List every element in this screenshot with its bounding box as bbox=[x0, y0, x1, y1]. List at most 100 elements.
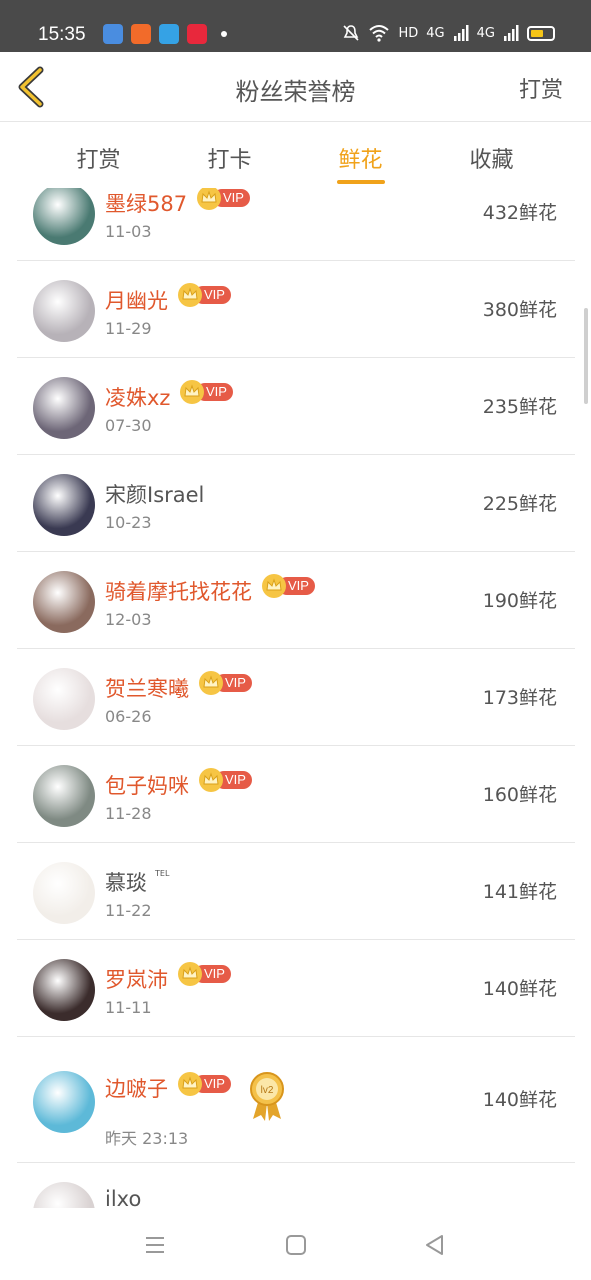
signal-icon bbox=[504, 25, 519, 41]
avatar[interactable] bbox=[33, 765, 95, 827]
tab-label: 打卡 bbox=[207, 148, 252, 173]
fan-date: 07-30 bbox=[105, 416, 152, 435]
crown-icon bbox=[178, 1072, 202, 1096]
vip-badge: VIP bbox=[178, 1072, 231, 1096]
flower-count: 225鲜花 bbox=[482, 493, 557, 515]
crown-icon bbox=[262, 574, 286, 598]
tab-label: 收藏 bbox=[469, 148, 514, 173]
system-navigation-bar bbox=[0, 1208, 591, 1280]
vip-badge: VIP bbox=[262, 574, 315, 598]
avatar[interactable] bbox=[33, 1071, 95, 1133]
fan-row[interactable]: 包子妈咪 VIP 11-28 160鲜花 bbox=[17, 746, 575, 843]
flower-count: 173鲜花 bbox=[482, 687, 557, 709]
fan-row[interactable]: 月幽光 VIP 11-29 380鲜花 bbox=[17, 261, 575, 358]
network-label-2: 4G bbox=[476, 25, 495, 41]
avatar[interactable] bbox=[33, 959, 95, 1021]
hd-label: HD bbox=[398, 25, 419, 41]
fan-date: 10-23 bbox=[105, 513, 152, 532]
status-bar: 15:35 HD 4G 4G bbox=[0, 0, 591, 52]
app-notification-icon bbox=[159, 24, 179, 44]
fan-row[interactable]: 罗岚沛 VIP 11-11 140鲜花 bbox=[17, 940, 575, 1037]
fan-name[interactable]: 罗岚沛 bbox=[105, 964, 168, 994]
status-time: 15:35 bbox=[38, 24, 86, 45]
flower-count: 141鲜花 bbox=[482, 881, 557, 903]
avatar[interactable] bbox=[33, 280, 95, 342]
fan-date: 昨天 23:13 bbox=[105, 1129, 189, 1148]
tab-checkin[interactable]: 打卡 bbox=[164, 122, 295, 188]
flower-count: 432鲜花 bbox=[482, 202, 557, 224]
app-notification-icon bbox=[103, 24, 123, 44]
status-indicators: HD 4G 4G bbox=[342, 24, 555, 42]
fan-row[interactable]: 凌姝xz VIP 07-30 235鲜花 bbox=[17, 358, 575, 455]
mute-bell-icon bbox=[343, 25, 360, 41]
battery-icon bbox=[527, 25, 555, 41]
back-triangle-icon[interactable] bbox=[422, 1232, 448, 1258]
app-notification-icon bbox=[131, 24, 151, 44]
crown-icon bbox=[180, 380, 204, 404]
fan-name[interactable]: 慕琰 bbox=[105, 867, 147, 897]
crown-icon bbox=[197, 188, 221, 210]
home-square-icon[interactable] bbox=[283, 1232, 309, 1258]
fan-date: 11-03 bbox=[105, 222, 152, 241]
tab-bar: 打赏 打卡 鲜花 收藏 bbox=[0, 122, 591, 188]
fan-row[interactable]: 慕琰 TEL 11-22 141鲜花 bbox=[17, 843, 575, 940]
crown-icon bbox=[178, 962, 202, 986]
tab-label: 打赏 bbox=[76, 148, 121, 173]
fan-date: 11-22 bbox=[105, 901, 152, 920]
fan-row[interactable]: 边啵子 VIP 昨天 23:13 140鲜花 lv2 bbox=[17, 1037, 575, 1163]
avatar[interactable] bbox=[33, 377, 95, 439]
medal-level-label: lv2 bbox=[261, 1085, 274, 1096]
tab-label: 鲜花 bbox=[338, 148, 383, 173]
menu-icon[interactable] bbox=[142, 1232, 168, 1258]
avatar[interactable] bbox=[33, 571, 95, 633]
active-tab-indicator bbox=[336, 180, 385, 184]
signal-icon bbox=[453, 25, 469, 41]
fan-date: 12-03 bbox=[105, 610, 152, 629]
fan-name[interactable]: 墨绿587 bbox=[105, 188, 187, 218]
page-title: 粉丝荣誉榜 bbox=[235, 78, 356, 106]
fan-row[interactable]: 贺兰寒曦 VIP 06-26 173鲜花 bbox=[17, 649, 575, 746]
medal-icon: lv2 bbox=[249, 1069, 285, 1121]
fan-row[interactable]: 宋颜Israel 10-23 225鲜花 bbox=[17, 455, 575, 552]
fan-name[interactable]: ilxo bbox=[105, 1187, 141, 1208]
wifi-icon bbox=[369, 25, 390, 42]
avatar[interactable] bbox=[33, 668, 95, 730]
avatar[interactable] bbox=[33, 1182, 95, 1208]
fan-ranking-list[interactable]: 墨绿587 VIP 11-03 432鲜花月幽光 VIP 11-29 380鲜花凌姝xz VI… bbox=[17, 188, 575, 1208]
reward-button[interactable]: 打赏 bbox=[519, 72, 563, 104]
fan-name[interactable]: 骑着摩托找花花 bbox=[105, 576, 252, 606]
fan-row[interactable]: 骑着摩托找花花 VIP 12-03 190鲜花 bbox=[17, 552, 575, 649]
avatar[interactable] bbox=[33, 188, 95, 245]
header: 粉丝荣誉榜 打赏 bbox=[0, 52, 591, 122]
fan-date: 06-26 bbox=[105, 707, 152, 726]
fan-name[interactable]: 凌姝xz bbox=[105, 382, 170, 412]
fan-row[interactable]: 墨绿587 VIP 11-03 432鲜花 bbox=[17, 188, 575, 261]
fan-name[interactable]: 边啵子 bbox=[105, 1073, 168, 1103]
notification-app-icons bbox=[103, 24, 227, 44]
vip-badge: VIP bbox=[178, 962, 231, 986]
vip-badge: VIP bbox=[199, 768, 252, 792]
fan-name[interactable]: 宋颜Israel bbox=[105, 479, 204, 509]
fan-name[interactable]: 贺兰寒曦 bbox=[105, 673, 189, 703]
scrollbar[interactable] bbox=[584, 308, 588, 404]
flower-count: 190鲜花 bbox=[482, 590, 557, 612]
crown-icon bbox=[199, 768, 223, 792]
vip-badge: VIP bbox=[197, 188, 250, 210]
app-notification-icon bbox=[187, 24, 207, 44]
tab-flowers[interactable]: 鲜花 bbox=[295, 122, 426, 188]
flower-count: 140鲜花 bbox=[482, 978, 557, 1000]
crown-icon bbox=[178, 283, 202, 307]
fan-name[interactable]: 月幽光 bbox=[105, 285, 168, 315]
tab-favorites[interactable]: 收藏 bbox=[426, 122, 557, 188]
avatar[interactable] bbox=[33, 474, 95, 536]
flower-count: 160鲜花 bbox=[482, 784, 557, 806]
flower-count: 235鲜花 bbox=[482, 396, 557, 418]
more-notifications-dot bbox=[221, 31, 227, 37]
tab-reward[interactable]: 打赏 bbox=[33, 122, 164, 188]
fan-name[interactable]: 包子妈咪 bbox=[105, 770, 189, 800]
network-label-1: 4G bbox=[426, 25, 445, 41]
fan-row[interactable]: ilxo bbox=[17, 1163, 575, 1208]
tel-superscript: TEL bbox=[155, 869, 170, 878]
avatar[interactable] bbox=[33, 862, 95, 924]
vip-badge: VIP bbox=[180, 380, 233, 404]
